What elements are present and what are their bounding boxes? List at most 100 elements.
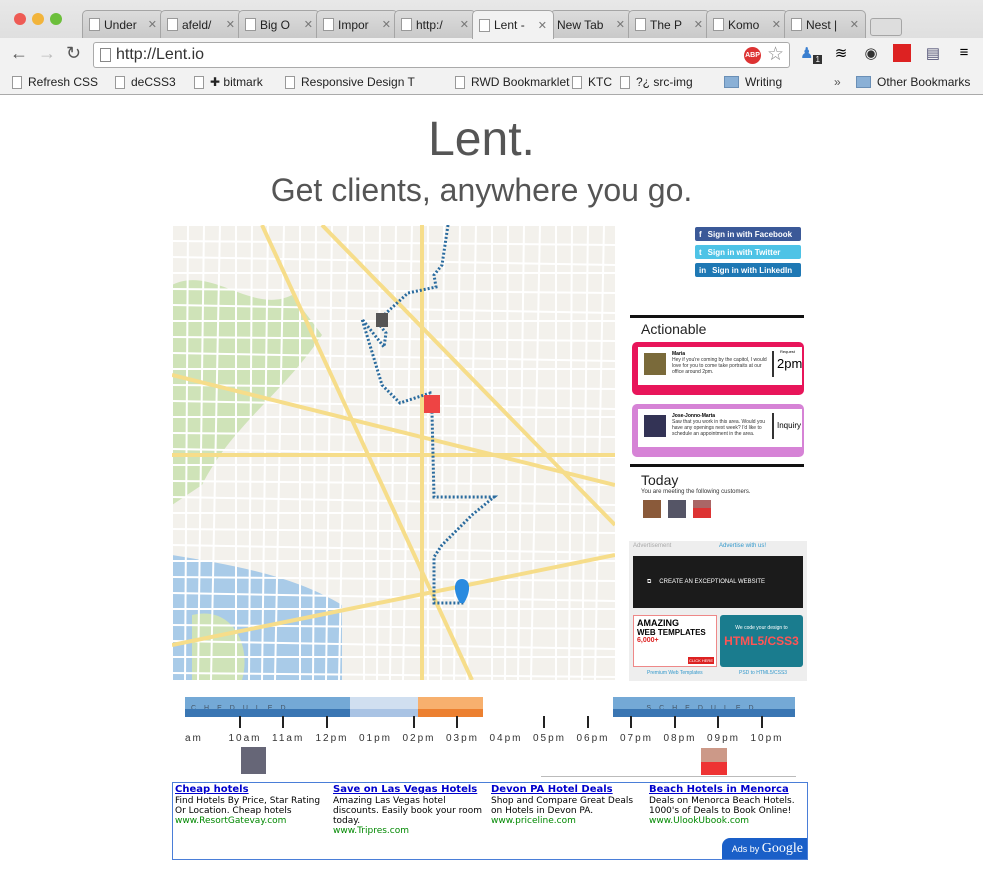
tab[interactable]: Lent - ✕ <box>472 10 554 39</box>
ad-title-link[interactable]: Beach Hotels in Menorca <box>649 785 805 795</box>
tab[interactable]: http:/✕ <box>394 10 476 38</box>
squarespace-banner[interactable]: ⧉ CREATE AN EXCEPTIONAL WEBSITE <box>633 556 803 608</box>
tab[interactable]: New Tab ✕ <box>550 10 632 38</box>
route-map[interactable] <box>172 225 615 680</box>
tab[interactable]: Big O ✕ <box>238 10 320 38</box>
extension-red-icon[interactable] <box>893 44 911 62</box>
ad-title-link[interactable]: Devon PA Hotel Deals <box>491 785 647 795</box>
street <box>172 544 615 554</box>
customer-avatar <box>644 353 666 375</box>
bookmarks-overflow[interactable]: » <box>834 75 841 89</box>
ad-item: Devon PA Hotel Deals Shop and Compare Gre… <box>491 785 647 827</box>
folder-icon <box>856 76 871 88</box>
advertise-link[interactable]: Advertise with us! <box>719 543 766 549</box>
bookmark[interactable]: ✚ bitmark <box>194 75 263 89</box>
street <box>172 256 615 266</box>
ad-url[interactable]: www.UlookUbook.com <box>649 816 805 826</box>
address-bar[interactable]: http://Lent.io ABP ☆ <box>93 42 790 68</box>
scheduled-underbar <box>613 709 795 717</box>
ad-caption[interactable]: Premium Web Templates <box>647 670 703 676</box>
close-tab-icon[interactable]: ✕ <box>148 18 157 31</box>
close-window-button[interactable] <box>14 13 26 25</box>
tab[interactable]: Impor ✕ <box>316 10 398 38</box>
color-picker-icon[interactable]: ◉ <box>862 44 880 64</box>
zoom-window-button[interactable] <box>50 13 62 25</box>
social-signin-button[interactable]: f Sign in with Facebook <box>695 227 801 241</box>
customer-avatar[interactable] <box>701 748 727 775</box>
bookmark[interactable]: Refresh CSS <box>12 75 98 89</box>
social-signin-button[interactable]: t Sign in with Twitter <box>695 245 801 259</box>
customer-avatar[interactable] <box>241 747 266 774</box>
wikipedia-icon <box>245 18 256 31</box>
close-tab-icon[interactable]: ✕ <box>226 18 235 31</box>
close-tab-icon[interactable]: ✕ <box>460 18 469 31</box>
tab[interactable]: afeld/✕ <box>160 10 242 38</box>
social-icon: in <box>699 265 707 275</box>
ad-url[interactable]: www.Tripres.com <box>333 826 489 836</box>
scheduled-block[interactable]: SCHEDULED <box>613 697 795 712</box>
bookmark[interactable]: Responsive Design T <box>285 75 415 89</box>
extension-doc-icon[interactable]: ▤ <box>924 44 942 64</box>
bookmark[interactable]: Writing <box>724 75 782 89</box>
hour-tick <box>543 716 545 728</box>
html5-ad[interactable]: We code your design to HTML5/CSS3 <box>720 615 803 667</box>
street <box>453 225 461 680</box>
close-tab-icon[interactable]: ✕ <box>772 18 781 31</box>
ad-title-link[interactable]: Save on Las Vegas Hotels <box>333 785 489 795</box>
hour-tick <box>630 716 632 728</box>
extension-ghost-icon[interactable]: ♟ 1 <box>800 44 822 64</box>
close-tab-icon[interactable]: ✕ <box>304 18 313 31</box>
minimize-window-button[interactable] <box>32 13 44 25</box>
customer-avatar[interactable] <box>643 500 661 518</box>
tab[interactable]: Under ✕ <box>82 10 164 38</box>
pending-block[interactable] <box>418 697 483 709</box>
buffer-icon[interactable]: ≋ <box>832 44 850 64</box>
tab[interactable]: Nest | ✕ <box>784 10 866 38</box>
customer-avatar[interactable] <box>693 500 711 518</box>
ad-url[interactable]: www.ResortGatevay.com <box>175 816 331 826</box>
close-tab-icon[interactable]: ✕ <box>616 18 625 31</box>
close-tab-icon[interactable]: ✕ <box>382 18 391 31</box>
customer-avatar[interactable] <box>668 500 686 518</box>
new-tab-button[interactable] <box>870 18 902 36</box>
menu-icon[interactable]: ≡ <box>955 44 973 64</box>
reload-icon[interactable]: ↻ <box>66 43 81 64</box>
bookmarks-bar: » Other Bookmarks Refresh CSS deCSS3 ✚ bit… <box>0 72 983 94</box>
today-heading: Today <box>641 472 679 488</box>
hour-label: 03pm <box>446 733 480 744</box>
social-signin-button[interactable]: in Sign in with LinkedIn <box>695 263 801 277</box>
other-bookmarks[interactable]: Other Bookmarks <box>856 75 970 89</box>
bookmark-star-icon[interactable]: ☆ <box>767 43 784 66</box>
adblock-icon[interactable]: ABP <box>744 47 761 64</box>
window-controls <box>14 13 62 25</box>
ad-url[interactable]: www.priceline.com <box>491 816 647 826</box>
bookmark[interactable]: ?¿ src-img <box>620 75 693 89</box>
page-icon <box>479 18 490 32</box>
ad-caption[interactable]: PSD to HTML5/CSS3 <box>739 670 787 676</box>
templates-ad[interactable]: AMAZING WEB TEMPLATES 6,000+ CLICK HERE <box>633 615 717 667</box>
street <box>172 240 615 246</box>
tab[interactable]: Komo ✕ <box>706 10 788 38</box>
hour-tick <box>673 716 676 728</box>
close-tab-icon[interactable]: ✕ <box>538 19 547 32</box>
forward-icon[interactable]: → <box>38 43 56 64</box>
close-tab-icon[interactable]: ✕ <box>850 18 859 31</box>
hour-label: 02pm <box>402 733 436 744</box>
hour-label: 04pm <box>489 733 523 744</box>
bookmark[interactable]: KTC <box>572 75 612 89</box>
close-tab-icon[interactable]: ✕ <box>694 18 703 31</box>
github-icon <box>167 18 178 31</box>
page-icon <box>455 75 465 89</box>
back-icon[interactable]: ← <box>10 43 28 64</box>
hour-label: 10pm <box>750 733 784 744</box>
ad-title-link[interactable]: Cheap hotels <box>175 785 331 795</box>
free-block[interactable] <box>350 697 418 709</box>
actionable-card[interactable]: Maria Hey if you're coming by the capito… <box>632 342 804 395</box>
bookmark[interactable]: RWD Bookmarklet <box>455 75 569 89</box>
tab[interactable]: The P ✕ <box>628 10 710 38</box>
hour-label: 07pm <box>620 733 654 744</box>
scheduled-block[interactable]: CHEDULED <box>185 697 350 712</box>
actionable-card[interactable]: Jose-Jonno-Marta Saw that you work in th… <box>632 404 804 457</box>
bookmark[interactable]: deCSS3 <box>115 75 176 89</box>
ads-by-google[interactable]: Ads by Google <box>721 838 807 859</box>
